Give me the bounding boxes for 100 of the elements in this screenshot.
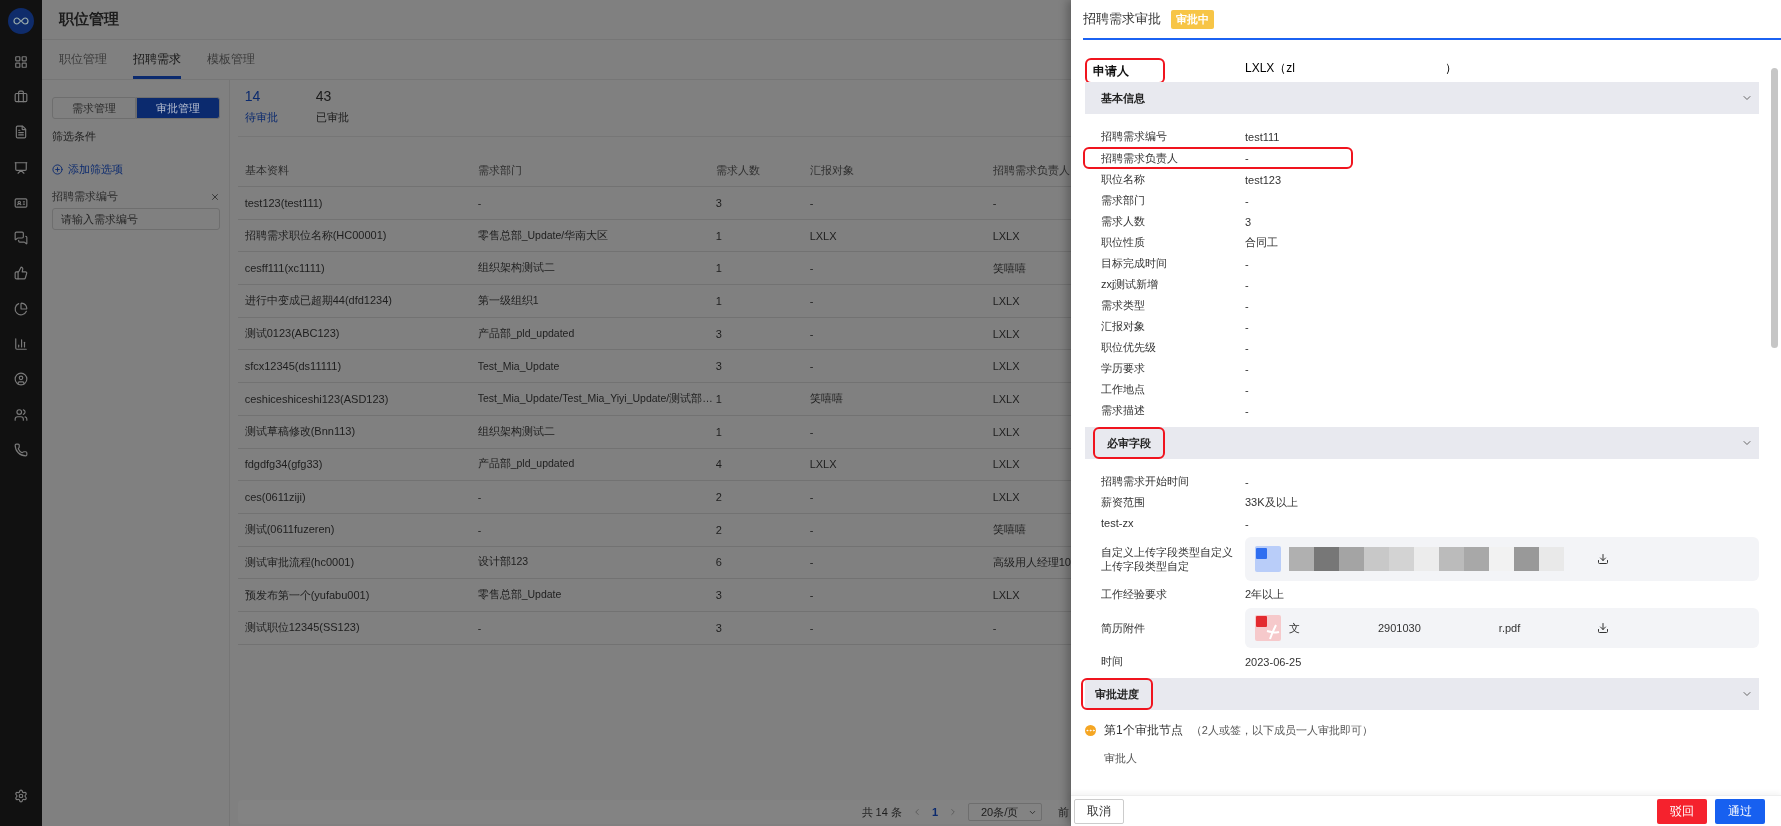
pdf-file-icon: [1255, 615, 1281, 641]
field-value: -: [1245, 152, 1249, 164]
table-cell-text: -: [809, 589, 815, 602]
table-cell-text: 测试0123(ABC123): [244, 326, 341, 342]
table-cell-text: ces(0611ziji): [244, 491, 307, 504]
document-icon[interactable]: [13, 125, 28, 140]
chat-icon[interactable]: [13, 231, 28, 246]
column-header: 招聘需求负责人: [992, 163, 1071, 178]
file-attachment[interactable]: 文 2901030 r.pdf: [1245, 608, 1759, 648]
field-value: 3: [1245, 215, 1252, 228]
board-icon[interactable]: [13, 160, 28, 175]
section-header[interactable]: 必审字段: [1085, 427, 1759, 459]
table-cell-text: LXLX: [992, 327, 1021, 340]
table-cell-text: LXLX: [809, 458, 838, 471]
users-icon[interactable]: [13, 407, 28, 422]
field-label: 招聘需求开始时间: [1100, 474, 1190, 489]
field-label: 自定义上传字段类型自定义上传字段类型自定: [1100, 544, 1234, 574]
download-icon[interactable]: [1597, 553, 1609, 565]
file-attachment[interactable]: [1245, 537, 1759, 581]
field-label: 学历要求: [1100, 361, 1146, 376]
tab[interactable]: 招聘需求: [132, 40, 181, 79]
table-cell-text: 测试(0611fuzeren): [244, 522, 336, 538]
field-label: 职位优先级: [1100, 340, 1157, 355]
table-cell-text: cesff111(xc1111): [244, 262, 326, 275]
field-label: 工作地点: [1100, 382, 1146, 397]
node-title: 第1个审批节点: [1104, 722, 1183, 739]
table-cell-text: -: [809, 360, 815, 373]
section-header[interactable]: 基本信息: [1085, 82, 1759, 114]
table-cell-text: 测试审批流程(hc0001): [244, 554, 356, 570]
jump-label: 前: [1058, 804, 1069, 820]
table-cell-text: Test_Mia_Update: [477, 360, 561, 373]
approver-label: 审批人: [1103, 751, 1138, 766]
column-header: 需求人数: [715, 163, 761, 178]
field-value: test111: [1245, 130, 1280, 143]
tab[interactable]: 职位管理: [58, 40, 107, 79]
table-cell-text: ceshiceshiceshi123(ASD123): [244, 392, 390, 405]
close-icon[interactable]: [209, 191, 220, 202]
table-cell-text: -: [809, 196, 815, 209]
user-icon[interactable]: [13, 372, 28, 387]
table-cell-text: LXLX: [992, 360, 1021, 373]
table-cell-text: 2: [715, 523, 723, 536]
table-cell-text: LXLX: [992, 458, 1021, 471]
table-cell-text: 3: [715, 589, 723, 602]
field-label: 需求描述: [1100, 403, 1146, 418]
tab[interactable]: 模板管理: [206, 40, 255, 79]
table-cell-text: 组织架构测试二: [477, 261, 556, 276]
field-value: -: [1245, 475, 1249, 488]
briefcase-icon[interactable]: [13, 89, 28, 104]
field-label: 汇报对象: [1100, 319, 1146, 334]
add-filter-link[interactable]: 添加筛选项: [51, 162, 220, 177]
table-cell-text: 3: [715, 327, 723, 340]
field-value: 合同工: [1245, 235, 1278, 250]
reject-button[interactable]: 驳回: [1657, 798, 1707, 824]
field-value: 33K及以上: [1245, 495, 1298, 510]
node-note: （2人或签，以下成员一人审批即可）: [1190, 723, 1373, 738]
download-icon[interactable]: [1597, 622, 1609, 634]
table-cell-text: 3: [715, 360, 723, 373]
table-cell-text: LXLX: [992, 229, 1021, 242]
section-title: 审批进度: [1094, 686, 1140, 702]
table-cell-text: LXLX: [992, 294, 1021, 307]
field-value: 2023-06-25: [1245, 655, 1302, 668]
table-cell-text: 产品部_pld_updated: [477, 457, 576, 472]
field-label: 工作经验要求: [1100, 587, 1168, 602]
file-name-fragment: 文: [1289, 620, 1300, 636]
bar-chart-icon[interactable]: [13, 337, 28, 351]
field-label: 招聘需求编号: [1100, 129, 1168, 144]
dashboard-icon[interactable]: [13, 54, 28, 69]
table-cell-text: 1: [715, 392, 723, 405]
segment-button[interactable]: 审批管理: [135, 97, 220, 119]
table-cell-text: 设计部123: [477, 555, 530, 570]
settings-icon[interactable]: [13, 789, 28, 804]
table-cell-text: 笑嘻嘻: [992, 522, 1027, 538]
table-cell-text: -: [477, 621, 483, 634]
stat-tab[interactable]: 43 已审批: [315, 88, 349, 136]
approve-button[interactable]: 通过: [1715, 798, 1765, 824]
page-size-select[interactable]: 20条/页: [968, 803, 1042, 821]
input-field[interactable]: 请输入需求编号: [51, 208, 220, 230]
stat-tab[interactable]: 14 待审批: [244, 88, 278, 136]
word-file-icon: [1255, 546, 1281, 572]
field-label: 需求部门: [1100, 193, 1146, 208]
pie-chart-icon[interactable]: [13, 301, 28, 316]
id-card-icon[interactable]: [13, 195, 28, 210]
field-label: 时间: [1100, 654, 1124, 669]
field-value: -: [1245, 320, 1249, 333]
field-label: 需求人数: [1100, 214, 1146, 229]
table-cell-text: 1: [715, 294, 723, 307]
scrollbar[interactable]: [1771, 68, 1778, 348]
field-value: -: [1245, 383, 1249, 396]
field-value: 2年以上: [1245, 587, 1285, 602]
field-label: 职位性质: [1100, 235, 1146, 250]
table-cell-text: 组织架构测试二: [477, 424, 556, 439]
logo[interactable]: [7, 8, 34, 34]
field-value: -: [1245, 517, 1249, 530]
cancel-button[interactable]: 取消: [1074, 798, 1124, 824]
thumbs-up-icon[interactable]: [13, 266, 28, 281]
page-button[interactable]: 1: [931, 806, 938, 818]
filter-title: 筛选条件: [51, 129, 97, 144]
file-name-fragment: r.pdf: [1498, 622, 1521, 634]
segment-button[interactable]: 需求管理: [51, 97, 136, 119]
phone-icon[interactable]: [13, 442, 28, 457]
